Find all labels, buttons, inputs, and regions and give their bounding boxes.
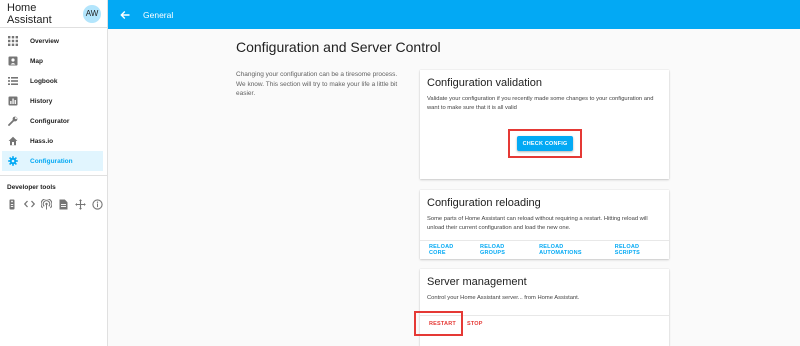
chart-icon — [7, 95, 19, 107]
home-icon — [7, 135, 19, 147]
gear-icon — [7, 155, 19, 167]
back-arrow-icon[interactable] — [118, 8, 132, 22]
remote-icon[interactable] — [6, 198, 18, 210]
sidebar-item-history[interactable]: History — [2, 91, 103, 111]
card-title: Server management — [427, 276, 527, 288]
card-title: Configuration validation — [427, 77, 542, 89]
list-icon — [7, 75, 19, 87]
top-app-bar: General — [108, 0, 800, 29]
card-text: Control your Home Assistant server... fr… — [427, 295, 580, 301]
config-reloading-card: Configuration reloading Some parts of Ho… — [420, 190, 669, 259]
sidebar-item-label: Logbook — [30, 77, 58, 85]
reload-core-button[interactable]: RELOAD CORE — [424, 244, 475, 256]
code-icon[interactable] — [23, 198, 35, 210]
stop-button[interactable]: STOP — [461, 321, 488, 327]
file-icon[interactable] — [57, 198, 69, 210]
sidebar-item-logbook[interactable]: Logbook — [2, 71, 103, 91]
info-icon[interactable] — [91, 198, 103, 210]
page-title: Configuration and Server Control — [236, 39, 441, 55]
app-title: Home Assistant — [7, 1, 52, 26]
sidebar-item-label: Overview — [30, 37, 59, 45]
sidebar-item-configuration[interactable]: Configuration — [2, 151, 103, 171]
developer-tools — [0, 191, 107, 210]
sidebar-item-label: Map — [30, 57, 43, 65]
sidebar: Home Assistant AW Overview Map Logbook H… — [0, 0, 108, 346]
map-icon — [7, 55, 19, 67]
intro-text: Changing your configuration can be a tir… — [236, 71, 398, 97]
wrench-icon — [7, 115, 19, 127]
sidebar-item-label: History — [30, 97, 53, 105]
sidebar-item-hassio[interactable]: Hass.io — [2, 131, 103, 151]
sidebar-item-map[interactable]: Map — [2, 51, 103, 71]
page-header-title: General — [143, 9, 174, 20]
developer-tools-title: Developer tools — [7, 184, 56, 191]
card-actions: RESTART STOP — [420, 315, 669, 332]
sidebar-item-overview[interactable]: Overview — [2, 31, 103, 51]
antenna-icon[interactable] — [40, 198, 52, 210]
sidebar-header: Home Assistant AW — [0, 0, 107, 28]
avatar[interactable]: AW — [83, 4, 101, 23]
sidebar-item-label: Configurator — [30, 117, 70, 125]
check-config-button[interactable]: CHECK CONFIG — [517, 136, 573, 151]
server-management-card: Server management Control your Home Assi… — [414, 269, 669, 346]
reload-scripts-button[interactable]: RELOAD SCRIPTS — [610, 244, 669, 256]
sidebar-item-label: Configuration — [30, 157, 73, 165]
restart-button[interactable]: RESTART — [424, 321, 461, 327]
move-icon[interactable] — [74, 198, 86, 210]
sidebar-item-configurator[interactable]: Configurator — [2, 111, 103, 131]
sidebar-item-label: Hass.io — [30, 137, 54, 145]
grid-icon — [7, 35, 19, 47]
sidebar-nav: Overview Map Logbook History Configurato… — [0, 28, 107, 171]
card-title: Configuration reloading — [427, 197, 541, 209]
config-validation-card: Configuration validation Validate your c… — [420, 70, 669, 179]
card-actions: RELOAD CORE RELOAD GROUPS RELOAD AUTOMAT… — [420, 240, 669, 259]
reload-groups-button[interactable]: RELOAD GROUPS — [475, 244, 534, 256]
card-text: Some parts of Home Assistant can reload … — [427, 216, 648, 231]
reload-automations-button[interactable]: RELOAD AUTOMATIONS — [534, 244, 610, 256]
card-text: Validate your configuration if you recen… — [427, 96, 654, 111]
